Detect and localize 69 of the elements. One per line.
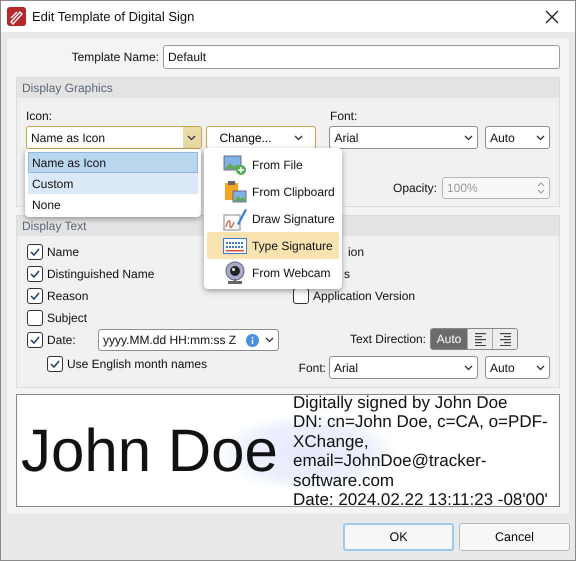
checkbox-label: Name <box>47 245 80 259</box>
checkbox-label: Reason <box>47 289 88 303</box>
checkbox[interactable] <box>293 288 309 304</box>
text-direction-option[interactable] <box>467 329 492 349</box>
menu-item[interactable]: Type Signature <box>207 232 339 259</box>
check-icon <box>30 270 40 278</box>
checkbox-label: Date: <box>47 333 77 347</box>
chevron-down-icon <box>464 134 473 140</box>
checkbox[interactable] <box>47 356 63 372</box>
menu-item[interactable]: From Webcam <box>207 259 339 286</box>
image-add-icon <box>223 154 247 176</box>
date-format-dropdown[interactable]: yyyy.MM.dd HH:mm:ss Z <box>98 329 279 351</box>
check-icon <box>30 336 40 344</box>
text-direction-option[interactable] <box>492 329 517 349</box>
app-logo-icon <box>7 7 26 26</box>
checkbox[interactable] <box>27 266 43 282</box>
cancel-button[interactable]: Cancel <box>459 523 570 551</box>
checkbox[interactable] <box>27 332 43 348</box>
checkbox[interactable] <box>27 310 43 326</box>
window-title: Edit Template of Digital Sign <box>32 9 196 24</box>
checkbox-label: Application Version <box>313 289 416 303</box>
menu-item[interactable]: From Clipboard <box>207 178 339 205</box>
checkbox[interactable] <box>27 244 43 260</box>
icon-dropdown[interactable]: Name as Icon <box>26 126 202 149</box>
font-size-dropdown[interactable]: Auto <box>485 126 550 149</box>
chevron-down-icon <box>464 364 472 370</box>
spin-arrows-icon <box>537 181 545 195</box>
checkbox-label: Use English month names <box>67 357 208 371</box>
ok-button[interactable]: OK <box>343 523 454 551</box>
check-icon <box>30 292 40 300</box>
field-label: Font: <box>298 360 326 374</box>
chevron-down-icon <box>536 134 544 140</box>
checkbox-label: s <box>344 267 350 281</box>
checkbox[interactable] <box>27 288 43 304</box>
group-header: Display Graphics <box>17 78 559 98</box>
field-label: Text Direction: <box>350 332 426 346</box>
field-label: Icon: <box>26 109 54 123</box>
field-label: Template Name: <box>70 50 159 64</box>
pen-drawing-icon <box>223 206 247 230</box>
info-icon <box>246 334 259 346</box>
change-button[interactable]: Change... <box>206 126 316 149</box>
clipboard-icon <box>223 180 247 204</box>
signature-details: Digitally signed by John Doe DN: cn=John Doe, c=CA, o=PDF- XChange, email=JohnDoe@tracker- software.com Date: 2024.02.22 13:11:23 -08'00' <box>293 395 548 506</box>
template-name-field[interactable]: Default <box>163 45 560 69</box>
chevron-down-icon <box>187 134 196 140</box>
font-dropdown[interactable]: Arial <box>329 126 478 149</box>
check-icon <box>50 360 60 368</box>
dropdown-option[interactable]: Name as Icon <box>28 152 198 173</box>
check-icon <box>30 248 40 256</box>
close-icon <box>545 10 559 24</box>
dropdown-option[interactable]: Custom <box>28 173 198 194</box>
checkbox-label: ion <box>348 245 364 259</box>
align-right-icon <box>497 332 513 346</box>
font-size-dropdown[interactable]: Auto <box>485 356 550 379</box>
text-direction-option[interactable]: Auto <box>431 329 467 349</box>
checkbox-label: Distinguished Name <box>47 267 154 281</box>
checkbox-label: Subject <box>47 311 88 325</box>
keyboard-icon <box>223 238 247 254</box>
field-label: Font: <box>330 109 358 123</box>
align-left-icon <box>472 332 488 346</box>
field-label: Opacity: <box>392 181 437 195</box>
webcam-icon <box>223 260 247 284</box>
dropdown-option[interactable]: None <box>28 194 198 215</box>
menu-item[interactable]: From File <box>207 151 339 178</box>
signer-name: John Doe <box>21 416 278 485</box>
chevron-down-icon <box>265 337 274 343</box>
chevron-down-icon <box>294 134 303 140</box>
font-dropdown[interactable]: Arial <box>329 356 478 379</box>
chevron-down-icon <box>536 364 544 370</box>
